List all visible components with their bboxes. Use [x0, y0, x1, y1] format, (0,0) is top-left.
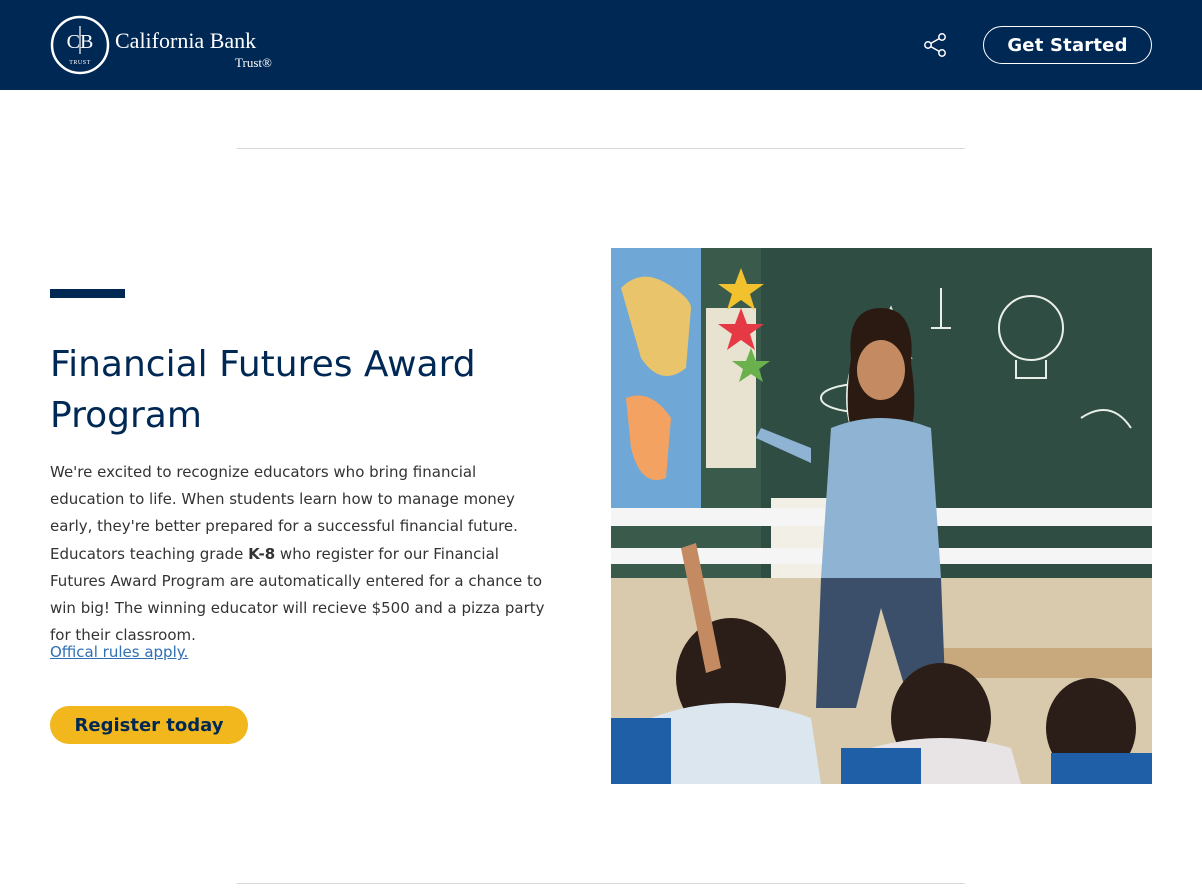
get-started-button[interactable]: Get Started	[983, 26, 1152, 64]
logo-name-line2: Trust®	[235, 55, 272, 70]
body-text-grade: K-8	[248, 544, 276, 563]
accent-bar	[50, 289, 125, 298]
official-rules-link[interactable]: Offical rules apply.	[50, 640, 188, 664]
classroom-photo	[611, 248, 1152, 784]
share-icon	[924, 33, 946, 57]
register-today-button[interactable]: Register today	[50, 706, 248, 744]
logo-monogram-sub: TRUST	[69, 60, 91, 66]
logo-name-line1: California Bank	[115, 28, 256, 53]
site-header: CB TRUST California Bank Trust® Get Star…	[0, 0, 1202, 90]
section-divider-top	[237, 148, 965, 149]
section-divider-bottom	[237, 883, 965, 884]
section-title: Financial Futures Award Program	[50, 344, 476, 436]
section-body: We're excited to recognize educators who…	[50, 459, 553, 649]
share-button[interactable]	[919, 29, 951, 61]
bank-logo[interactable]: CB TRUST California Bank Trust®	[50, 14, 295, 76]
